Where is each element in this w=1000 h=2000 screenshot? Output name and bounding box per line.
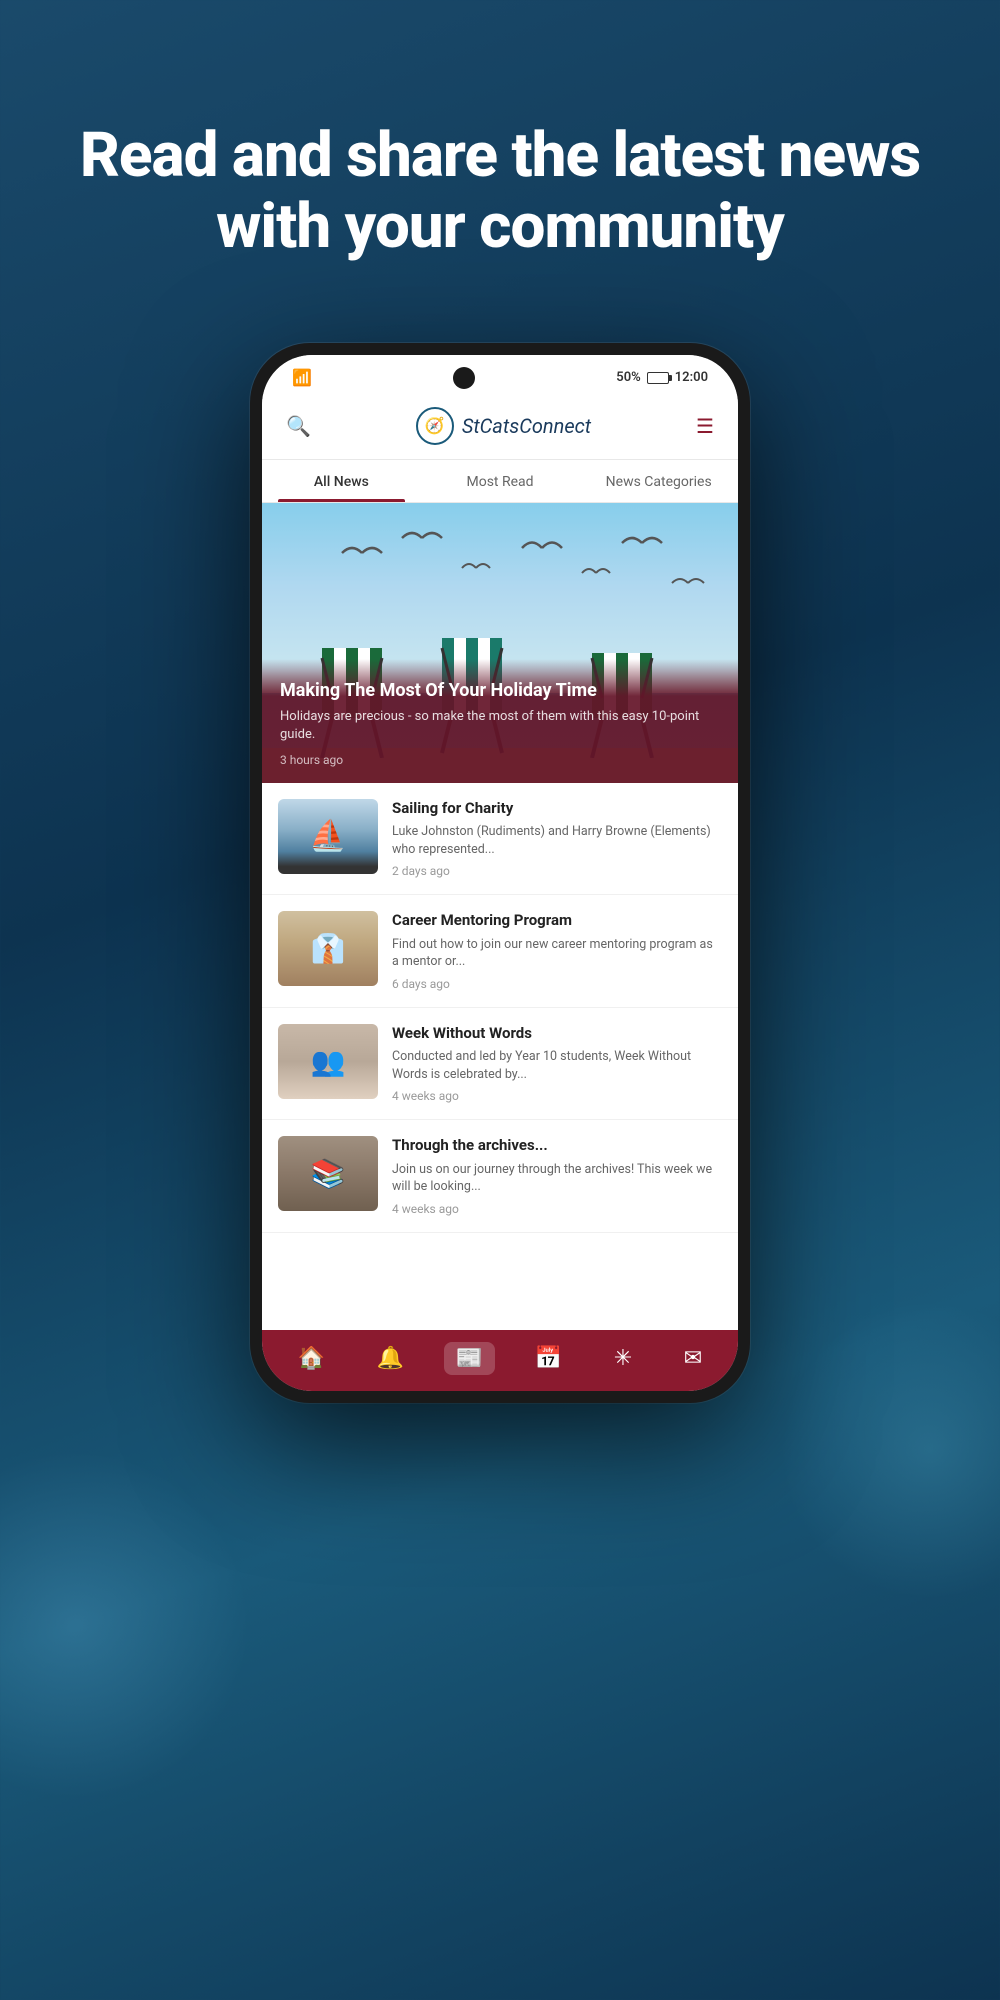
bottom-navigation: 🏠 🔔 📰 📅 ✳ ✉ — [262, 1330, 738, 1391]
archives-thumbnail — [278, 1136, 378, 1211]
home-icon: 🏠 — [298, 1346, 325, 1371]
mail-icon: ✉ — [684, 1346, 702, 1371]
news-thumb-words — [278, 1024, 378, 1099]
news-thumb-mentoring — [278, 911, 378, 986]
news-thumb-archives — [278, 1136, 378, 1211]
featured-article-card[interactable]: Making The Most Of Your Holiday Time Hol… — [262, 503, 738, 783]
news-time-words: 4 weeks ago — [392, 1089, 722, 1103]
news-title-sailing: Sailing for Charity — [392, 799, 722, 819]
search-button[interactable]: 🔍 — [282, 410, 315, 442]
phone-mockup: 📶 50% 12:00 🔍 🧭 — [250, 343, 750, 1403]
calendar-icon: 📅 — [535, 1346, 562, 1371]
news-thumb-sailing — [278, 799, 378, 874]
news-time-archives: 4 weeks ago — [392, 1202, 722, 1216]
seagulls-svg — [262, 523, 738, 623]
news-title-words: Week Without Words — [392, 1024, 722, 1044]
tab-most-read[interactable]: Most Read — [421, 460, 580, 502]
hero-title: Read and share the latest news with your… — [60, 120, 940, 263]
news-desc-words: Conducted and led by Year 10 students, W… — [392, 1048, 722, 1083]
logo-text: StCatsConnect — [462, 414, 591, 438]
news-title-archives: Through the archives... — [392, 1136, 722, 1156]
news-item-sailing[interactable]: Sailing for Charity Luke Johnston (Rudim… — [262, 783, 738, 896]
mentoring-thumbnail — [278, 911, 378, 986]
news-desc-mentoring: Find out how to join our new career ment… — [392, 936, 722, 971]
news-content-mentoring: Career Mentoring Program Find out how to… — [392, 911, 722, 991]
tab-all-news[interactable]: All News — [262, 460, 421, 502]
featured-article-description: Holidays are precious - so make the most… — [280, 708, 720, 744]
news-icon: 📰 — [456, 1346, 483, 1371]
battery-body — [647, 372, 669, 384]
clock: 12:00 — [675, 370, 708, 385]
logo-brand: StCats — [462, 414, 519, 438]
news-desc-sailing: Luke Johnston (Rudiments) and Harry Brow… — [392, 823, 722, 858]
news-content-sailing: Sailing for Charity Luke Johnston (Rudim… — [392, 799, 722, 879]
featured-article-title: Making The Most Of Your Holiday Time — [280, 679, 720, 702]
sailing-thumbnail — [278, 799, 378, 874]
status-bar: 📶 50% 12:00 — [262, 355, 738, 397]
bell-icon: 🔔 — [377, 1346, 404, 1371]
hero-section: Read and share the latest news with your… — [0, 120, 1000, 263]
battery-icon — [647, 372, 669, 384]
logo-brand-italic: Connect — [519, 414, 591, 438]
menu-button[interactable]: ☰ — [692, 410, 718, 442]
featured-article-time: 3 hours ago — [280, 753, 720, 767]
featured-article-overlay: Making The Most Of Your Holiday Time Hol… — [262, 659, 738, 783]
news-tabs: All News Most Read News Categories — [262, 460, 738, 503]
nav-messages[interactable]: ✉ — [672, 1342, 714, 1375]
battery-percent: 50% — [616, 370, 640, 385]
nav-news[interactable]: 📰 — [444, 1342, 495, 1375]
news-title-mentoring: Career Mentoring Program — [392, 911, 722, 931]
nav-community[interactable]: ✳ — [602, 1342, 644, 1375]
community-icon: ✳ — [614, 1346, 632, 1371]
logo-area: 🧭 StCatsConnect — [416, 407, 591, 445]
words-thumbnail — [278, 1024, 378, 1099]
phone-outer: 📶 50% 12:00 🔍 🧭 — [250, 343, 750, 1403]
status-left: 📶 — [292, 368, 312, 387]
news-desc-archives: Join us on our journey through the archi… — [392, 1161, 722, 1196]
nav-calendar[interactable]: 📅 — [523, 1342, 574, 1375]
phone-inner: 📶 50% 12:00 🔍 🧭 — [262, 355, 738, 1391]
news-time-mentoring: 6 days ago — [392, 977, 722, 991]
news-item-words[interactable]: Week Without Words Conducted and led by … — [262, 1008, 738, 1121]
nav-home[interactable]: 🏠 — [286, 1342, 337, 1375]
app-header: 🔍 🧭 StCatsConnect ☰ — [262, 397, 738, 460]
status-right: 50% 12:00 — [616, 370, 708, 385]
camera-notch — [453, 367, 475, 389]
news-content-archives: Through the archives... Join us on our j… — [392, 1136, 722, 1216]
news-item-mentoring[interactable]: Career Mentoring Program Find out how to… — [262, 895, 738, 1008]
wifi-icon: 📶 — [292, 368, 312, 387]
app-content[interactable]: Making The Most Of Your Holiday Time Hol… — [262, 503, 738, 1330]
logo-icon: 🧭 — [416, 407, 454, 445]
nav-notifications[interactable]: 🔔 — [365, 1342, 416, 1375]
news-time-sailing: 2 days ago — [392, 864, 722, 878]
news-item-archives[interactable]: Through the archives... Join us on our j… — [262, 1120, 738, 1233]
tab-news-categories[interactable]: News Categories — [579, 460, 738, 502]
news-content-words: Week Without Words Conducted and led by … — [392, 1024, 722, 1104]
